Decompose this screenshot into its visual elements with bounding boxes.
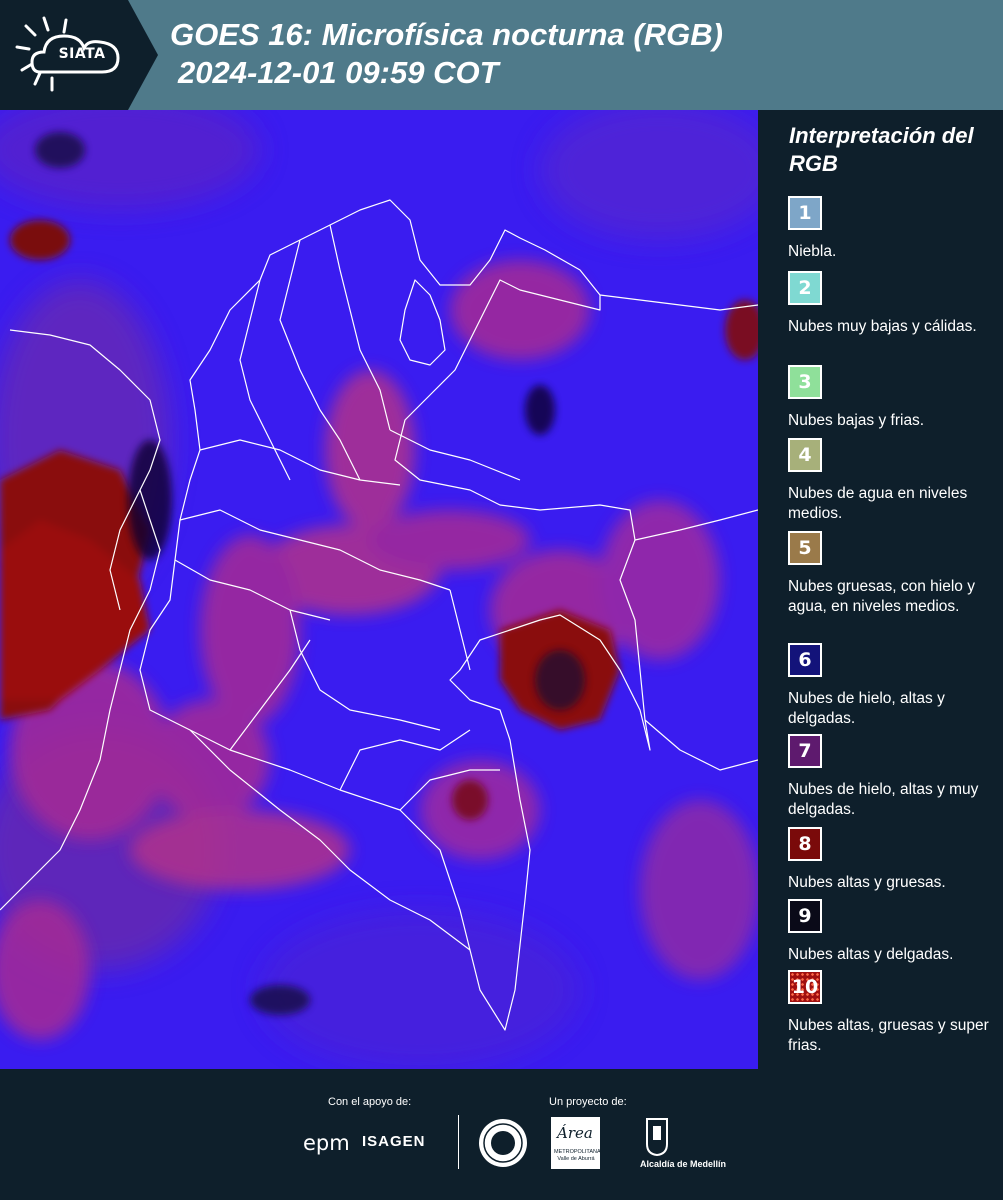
legend-item-1: 1 Niebla. xyxy=(788,196,993,262)
header: SIATA GOES 16: Microfísica nocturna (RGB… xyxy=(0,0,1003,110)
title-line-1: GOES 16: Microfísica nocturna (RGB) xyxy=(170,17,723,52)
alcaldia-logo[interactable]: Alcaldía de Medellín xyxy=(640,1159,726,1169)
legend-swatch-2: 2 xyxy=(788,271,822,305)
legend-label-1: Niebla. xyxy=(788,243,837,260)
legend-label-8: Nubes altas y gruesas. xyxy=(788,874,946,891)
legend-label-10: Nubes altas, gruesas y super frias. xyxy=(788,1017,989,1054)
legend-label-2: Nubes muy bajas y cálidas. xyxy=(788,318,977,335)
legend-swatch-9: 9 xyxy=(788,899,822,933)
area-logo-word: Área xyxy=(557,1124,593,1142)
legend-swatch-4: 4 xyxy=(788,438,822,472)
legend-item-5: 5 Nubes gruesas, con hielo y agua, en ni… xyxy=(788,531,993,617)
project-label: Un proyecto de: xyxy=(549,1096,627,1108)
legend-swatch-10: 10 xyxy=(788,970,822,1004)
logo-text: SIATA xyxy=(58,46,106,62)
legend-item-9: 9 Nubes altas y delgadas. xyxy=(788,899,993,965)
legend-item-3: 3 Nubes bajas y frias. xyxy=(788,365,993,431)
legend-label-4: Nubes de agua en niveles medios. xyxy=(788,485,968,522)
page-title: GOES 16: Microfísica nocturna (RGB) 2024… xyxy=(170,16,723,92)
legend-item-7: 7 Nubes de hielo, altas y muy delgadas. xyxy=(788,734,993,820)
footer: Con el apoyo de: Un proyecto de: epm ISA… xyxy=(0,1069,1003,1200)
legend-item-6: 6 Nubes de hielo, altas y delgadas. xyxy=(788,643,993,729)
seal-icon[interactable] xyxy=(477,1117,529,1169)
legend-item-4: 4 Nubes de agua en niveles medios. xyxy=(788,438,993,524)
legend-label-6: Nubes de hielo, altas y delgadas. xyxy=(788,690,945,727)
legend-label-9: Nubes altas y delgadas. xyxy=(788,946,954,963)
rgb-satellite-image xyxy=(0,110,758,1069)
footer-divider xyxy=(458,1115,459,1169)
legend-item-8: 8 Nubes altas y gruesas. xyxy=(788,827,993,893)
epm-logo[interactable]: epm xyxy=(303,1131,350,1155)
siata-logo[interactable]: SIATA xyxy=(0,0,158,110)
satellite-map[interactable] xyxy=(0,110,758,1069)
legend-item-2: 2 Nubes muy bajas y cálidas. xyxy=(788,271,993,337)
legend-item-10: 10 Nubes altas, gruesas y super frias. xyxy=(788,970,993,1056)
support-label: Con el apoyo de: xyxy=(328,1096,412,1108)
legend-label-7: Nubes de hielo, altas y muy delgadas. xyxy=(788,781,979,818)
legend-swatch-5: 5 xyxy=(788,531,822,565)
isagen-logo[interactable]: ISAGEN xyxy=(362,1133,426,1150)
legend-swatch-3: 3 xyxy=(788,365,822,399)
legend-label-3: Nubes bajas y frias. xyxy=(788,412,925,429)
legend-title: Interpretación del RGB xyxy=(789,123,974,176)
legend-swatch-1: 1 xyxy=(788,196,822,230)
legend-panel: Interpretación del RGB 1 Niebla. 2 Nubes… xyxy=(758,110,1003,1069)
legend-swatch-8: 8 xyxy=(788,827,822,861)
legend-swatch-7: 7 xyxy=(788,734,822,768)
title-line-2: 2024-12-01 09:59 COT xyxy=(178,55,499,90)
alcaldia-shield-icon xyxy=(646,1118,668,1156)
isagen-icon xyxy=(359,1134,360,1135)
legend-swatch-6: 6 xyxy=(788,643,822,677)
legend-label-5: Nubes gruesas, con hielo y agua, en nive… xyxy=(788,578,975,615)
area-logo-subtitle: METROPOLITANA Valle de Aburrá xyxy=(554,1149,601,1162)
